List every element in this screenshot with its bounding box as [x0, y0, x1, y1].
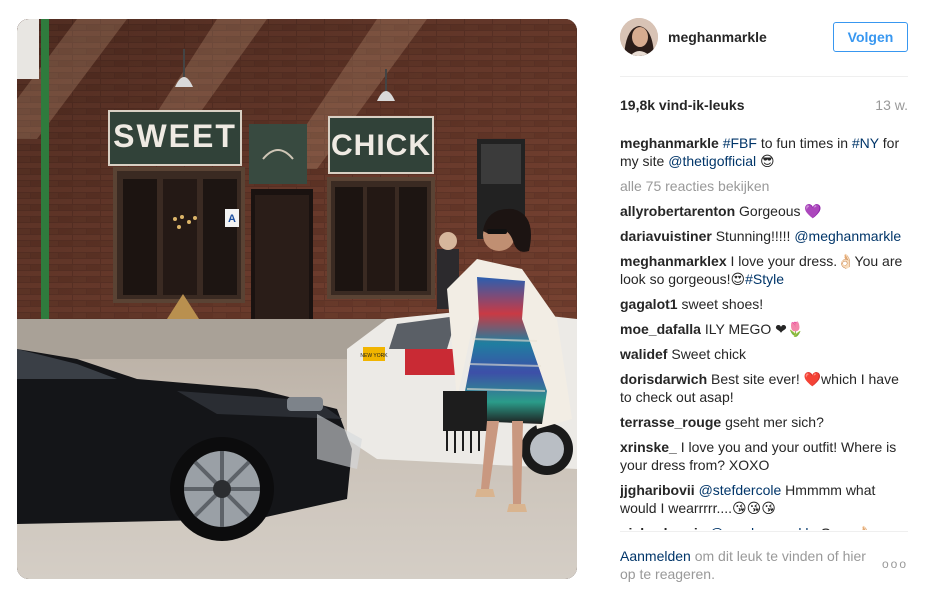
post-header: meghanmarkle Volgen	[620, 18, 910, 58]
likes-count[interactable]: 19,8k vind-ik-leuks	[620, 97, 745, 113]
comment-text: to fun times in	[756, 135, 852, 151]
comment-text: ILY MEGO ❤🌷	[704, 321, 805, 337]
comment-author[interactable]: meghanmarklex	[620, 253, 727, 269]
comment-item: meghanmarklex I love your dress.👌🏻You ar…	[620, 252, 908, 288]
sign-sweet: SWEET	[113, 118, 237, 154]
comment-author[interactable]: dariavuistiner	[620, 228, 712, 244]
comment-author[interactable]: nicky_burais	[620, 525, 706, 530]
login-link[interactable]: Aanmelden	[620, 548, 691, 564]
license-plate: NEW YORK	[360, 353, 388, 359]
login-prompt: Aanmelden om dit leuk te vinden of hier …	[620, 547, 870, 583]
comment-text: Sweet chick	[671, 346, 747, 362]
caption: meghanmarkle #FBF to fun times in #NY fo…	[620, 134, 908, 170]
comment-item: terrasse_rouge gseht mer sich?	[620, 413, 908, 431]
avatar[interactable]	[620, 18, 658, 56]
comment-text: sweet shoes!	[681, 296, 764, 312]
comment-text: Gorg 👌🏻	[816, 525, 872, 530]
comment-author[interactable]: moe_dafalla	[620, 321, 701, 337]
comment-text: gseht mer sich?	[725, 414, 824, 430]
comment-tag-link[interactable]: #FBF	[723, 135, 757, 151]
comment-item: nicky_burais @meghanmarkle Gorg 👌🏻	[620, 524, 908, 530]
comment-author[interactable]: gagalot1	[620, 296, 678, 312]
street-photo-image: SWEET CHICK A NEW YORK	[17, 19, 577, 579]
comment-tag-link[interactable]: @thetigofficial	[668, 153, 756, 169]
post-sidebar: meghanmarkle Volgen 19,8k vind-ik-leuks …	[620, 0, 910, 596]
comment-text: Stunning!!!!!	[715, 228, 795, 244]
comment-item: gagalot1 sweet shoes!	[620, 295, 908, 313]
comment-tag-link[interactable]: #NY	[852, 135, 879, 151]
comment-tag-link[interactable]: @meghanmarkle	[710, 525, 817, 530]
follow-button[interactable]: Volgen	[833, 22, 908, 52]
avatar-image	[620, 18, 658, 56]
footer-divider	[620, 531, 908, 532]
post-photo[interactable]: SWEET CHICK A NEW YORK	[17, 19, 577, 579]
more-options-icon[interactable]: ooo	[882, 557, 908, 571]
comments-list[interactable]: meghanmarkle #FBF to fun times in #NY fo…	[620, 134, 908, 530]
comment-text: 😎	[756, 153, 775, 169]
comment-container: allyrobertarenton Gorgeous 💜 dariavuistin…	[620, 202, 908, 530]
comment-tag-link[interactable]: @meghanmarkle	[794, 228, 901, 244]
comment-item: xrinske_ I love you and your outfit! Whe…	[620, 438, 908, 474]
comment-item: allyrobertarenton Gorgeous 💜	[620, 202, 908, 220]
comment-author[interactable]: jjgharibovii	[620, 482, 695, 498]
comment-item: walidef Sweet chick	[620, 345, 908, 363]
post-author-username[interactable]: meghanmarkle	[668, 29, 767, 45]
likes-row: 19,8k vind-ik-leuks 13 w.	[620, 97, 908, 115]
comment-item: dariavuistiner Stunning!!!!! @meghanmark…	[620, 227, 908, 245]
comment-item: moe_dafalla ILY MEGO ❤🌷	[620, 320, 908, 338]
comment-author[interactable]: dorisdarwich	[620, 371, 707, 387]
comment-text: Gorgeous 💜	[739, 203, 822, 219]
comment-author[interactable]: walidef	[620, 346, 667, 362]
caption-author[interactable]: meghanmarkle	[620, 135, 719, 151]
sign-chick: CHICK	[331, 129, 431, 162]
comment-author[interactable]: terrasse_rouge	[620, 414, 721, 430]
post-age[interactable]: 13 w.	[875, 97, 908, 113]
view-all-comments-link[interactable]: alle 75 reacties bekijken	[620, 177, 908, 195]
comment-item: dorisdarwich Best site ever! ❤️which I h…	[620, 370, 908, 406]
comment-tag-link[interactable]: #Style	[745, 271, 784, 287]
comment-tag-link[interactable]: @stefdercole	[699, 482, 782, 498]
comment-item: jjgharibovii @stefdercole Hmmmm what wou…	[620, 481, 908, 517]
svg-text:A: A	[228, 213, 236, 225]
comment-author[interactable]: xrinske_	[620, 439, 677, 455]
comment-author[interactable]: allyrobertarenton	[620, 203, 735, 219]
header-divider	[620, 76, 908, 77]
